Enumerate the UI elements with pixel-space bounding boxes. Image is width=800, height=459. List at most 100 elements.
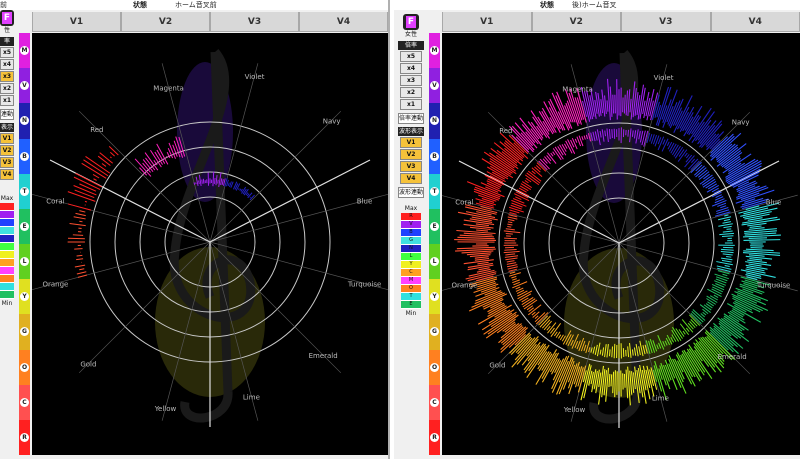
strip-cell-c[interactable]: C xyxy=(19,384,30,420)
wheel-label-lime: Lime xyxy=(652,395,669,403)
multiplier-link-button[interactable]: 倍率連動 xyxy=(398,113,424,124)
wave-bar-inner xyxy=(720,248,734,251)
strip-cell-o[interactable]: O xyxy=(19,349,30,385)
strip-cell-b[interactable]: B xyxy=(19,138,30,174)
wave-v2[interactable]: V2 xyxy=(400,149,422,160)
strip-cell-y[interactable]: Y xyxy=(429,279,440,315)
wave-v2[interactable]: V2 xyxy=(0,145,14,156)
min-label: Min xyxy=(405,310,417,317)
wave-bar-inner xyxy=(702,311,707,316)
wheel-label-navy: Navy xyxy=(323,117,341,125)
wheel-label-yellow: Yellow xyxy=(154,405,177,413)
strip-cell-r[interactable]: R xyxy=(19,419,30,456)
multiplier-x4[interactable]: x4 xyxy=(400,63,422,74)
strip-cell-v[interactable]: V xyxy=(19,68,30,104)
wave-bar xyxy=(67,203,92,211)
wave-bar xyxy=(474,257,490,261)
strip-cell-g[interactable]: G xyxy=(429,314,440,350)
wave-bar-inner xyxy=(723,218,731,222)
wave-bar-inner xyxy=(668,142,675,152)
wave-bar-inner xyxy=(678,149,685,157)
strip-cell-c[interactable]: C xyxy=(429,384,440,420)
wave-v1[interactable]: V1 xyxy=(0,133,14,144)
strip-cell-g[interactable]: G xyxy=(19,314,30,350)
wave-bar xyxy=(85,156,111,174)
wheel-plot: Violet Navy Blue Turquoise Emerald Lime Yellow… xyxy=(32,33,388,455)
multiplier-x2[interactable]: x2 xyxy=(400,87,422,98)
wave-bar-inner xyxy=(507,221,513,224)
strip-cell-m[interactable]: M xyxy=(429,33,440,69)
wave-bar-inner xyxy=(649,133,653,142)
strip-cell-t[interactable]: T xyxy=(19,173,30,209)
swatch xyxy=(0,235,14,243)
tab-v3[interactable]: V3 xyxy=(621,12,711,32)
wheel-label-red: Red xyxy=(90,126,103,134)
wave-bar-inner xyxy=(524,180,529,184)
wave-bar xyxy=(614,94,616,114)
wave-bar-inner xyxy=(714,273,729,280)
wave-bar-inner xyxy=(554,331,558,337)
strip-letter: B xyxy=(430,151,439,161)
swatch xyxy=(0,211,14,219)
wave-v3[interactable]: V3 xyxy=(0,157,14,168)
multiplier-x5[interactable]: x5 xyxy=(400,51,422,62)
strip-cell-e[interactable]: E xyxy=(429,208,440,245)
multiplier-x3[interactable]: x3 xyxy=(0,71,14,82)
link-button[interactable]: 連動 xyxy=(0,109,14,120)
tab-v4[interactable]: V4 xyxy=(299,12,388,32)
wave-bar-inner xyxy=(726,256,732,258)
strip-letter: M xyxy=(430,46,439,56)
control-column: F 女性 倍率 x5 x4 x3 x2 x1 倍率連動 波形表示 V1 V2 V… xyxy=(398,14,424,318)
wave-bar-inner xyxy=(511,275,517,279)
wheel-label-coral: Coral xyxy=(455,199,473,207)
tab-v3[interactable]: V3 xyxy=(210,12,299,32)
strip-cell-b[interactable]: B xyxy=(429,138,440,174)
app-logo: F xyxy=(403,14,419,30)
wave-bar-inner xyxy=(682,330,686,335)
wheel-label-emerald: Emerald xyxy=(718,353,747,361)
tab-v1[interactable]: V1 xyxy=(442,12,532,32)
wave-bar xyxy=(474,256,489,259)
wave-bar-inner xyxy=(724,214,729,217)
wave-bar-inner xyxy=(512,198,525,204)
multiplier-x3[interactable]: x3 xyxy=(400,75,422,86)
multiplier-x1[interactable]: x1 xyxy=(400,99,422,110)
wave-bar xyxy=(69,223,86,227)
swatch: N xyxy=(401,245,421,253)
multiplier-x1[interactable]: x1 xyxy=(0,95,14,106)
strip-cell-o[interactable]: O xyxy=(429,349,440,385)
strip-cell-y[interactable]: Y xyxy=(19,279,30,315)
strip-cell-t[interactable]: T xyxy=(429,173,440,209)
wave-bar xyxy=(99,152,114,164)
multiplier-x5[interactable]: x5 xyxy=(0,47,14,58)
wave-bar-inner xyxy=(720,257,733,261)
wave-v1[interactable]: V1 xyxy=(400,137,422,148)
wave-v4[interactable]: V4 xyxy=(400,173,422,184)
strip-cell-n[interactable]: N xyxy=(19,103,30,139)
wave-bar xyxy=(79,183,97,192)
wave-bar xyxy=(79,210,86,213)
color-strip: M V N B T E L Y G O C R xyxy=(429,33,440,456)
strip-cell-e[interactable]: E xyxy=(19,208,30,245)
multiplier-x4[interactable]: x4 xyxy=(0,59,14,70)
wave-v3[interactable]: V3 xyxy=(400,161,422,172)
strip-cell-l[interactable]: L xyxy=(429,244,440,280)
strip-cell-m[interactable]: M xyxy=(19,33,30,69)
tab-v1[interactable]: V1 xyxy=(32,12,121,32)
wave-bar xyxy=(508,134,529,155)
partial-title: 前 xyxy=(0,1,7,9)
wave-bar-inner xyxy=(507,226,512,228)
strip-cell-n[interactable]: N xyxy=(429,103,440,139)
strip-cell-v[interactable]: V xyxy=(429,68,440,104)
tab-v4[interactable]: V4 xyxy=(710,12,800,32)
strip-cell-r[interactable]: R xyxy=(429,419,440,456)
strip-cell-l[interactable]: L xyxy=(19,244,30,280)
wave-bar-inner xyxy=(666,141,670,146)
wave-link-button[interactable]: 波形連動 xyxy=(398,187,424,198)
wave-bar xyxy=(742,288,754,294)
multiplier-x2[interactable]: x2 xyxy=(0,83,14,94)
tab-v2[interactable]: V2 xyxy=(531,12,621,32)
tab-v2[interactable]: V2 xyxy=(121,12,210,32)
wave-bar-inner xyxy=(563,143,568,149)
wave-v4[interactable]: V4 xyxy=(0,169,14,180)
